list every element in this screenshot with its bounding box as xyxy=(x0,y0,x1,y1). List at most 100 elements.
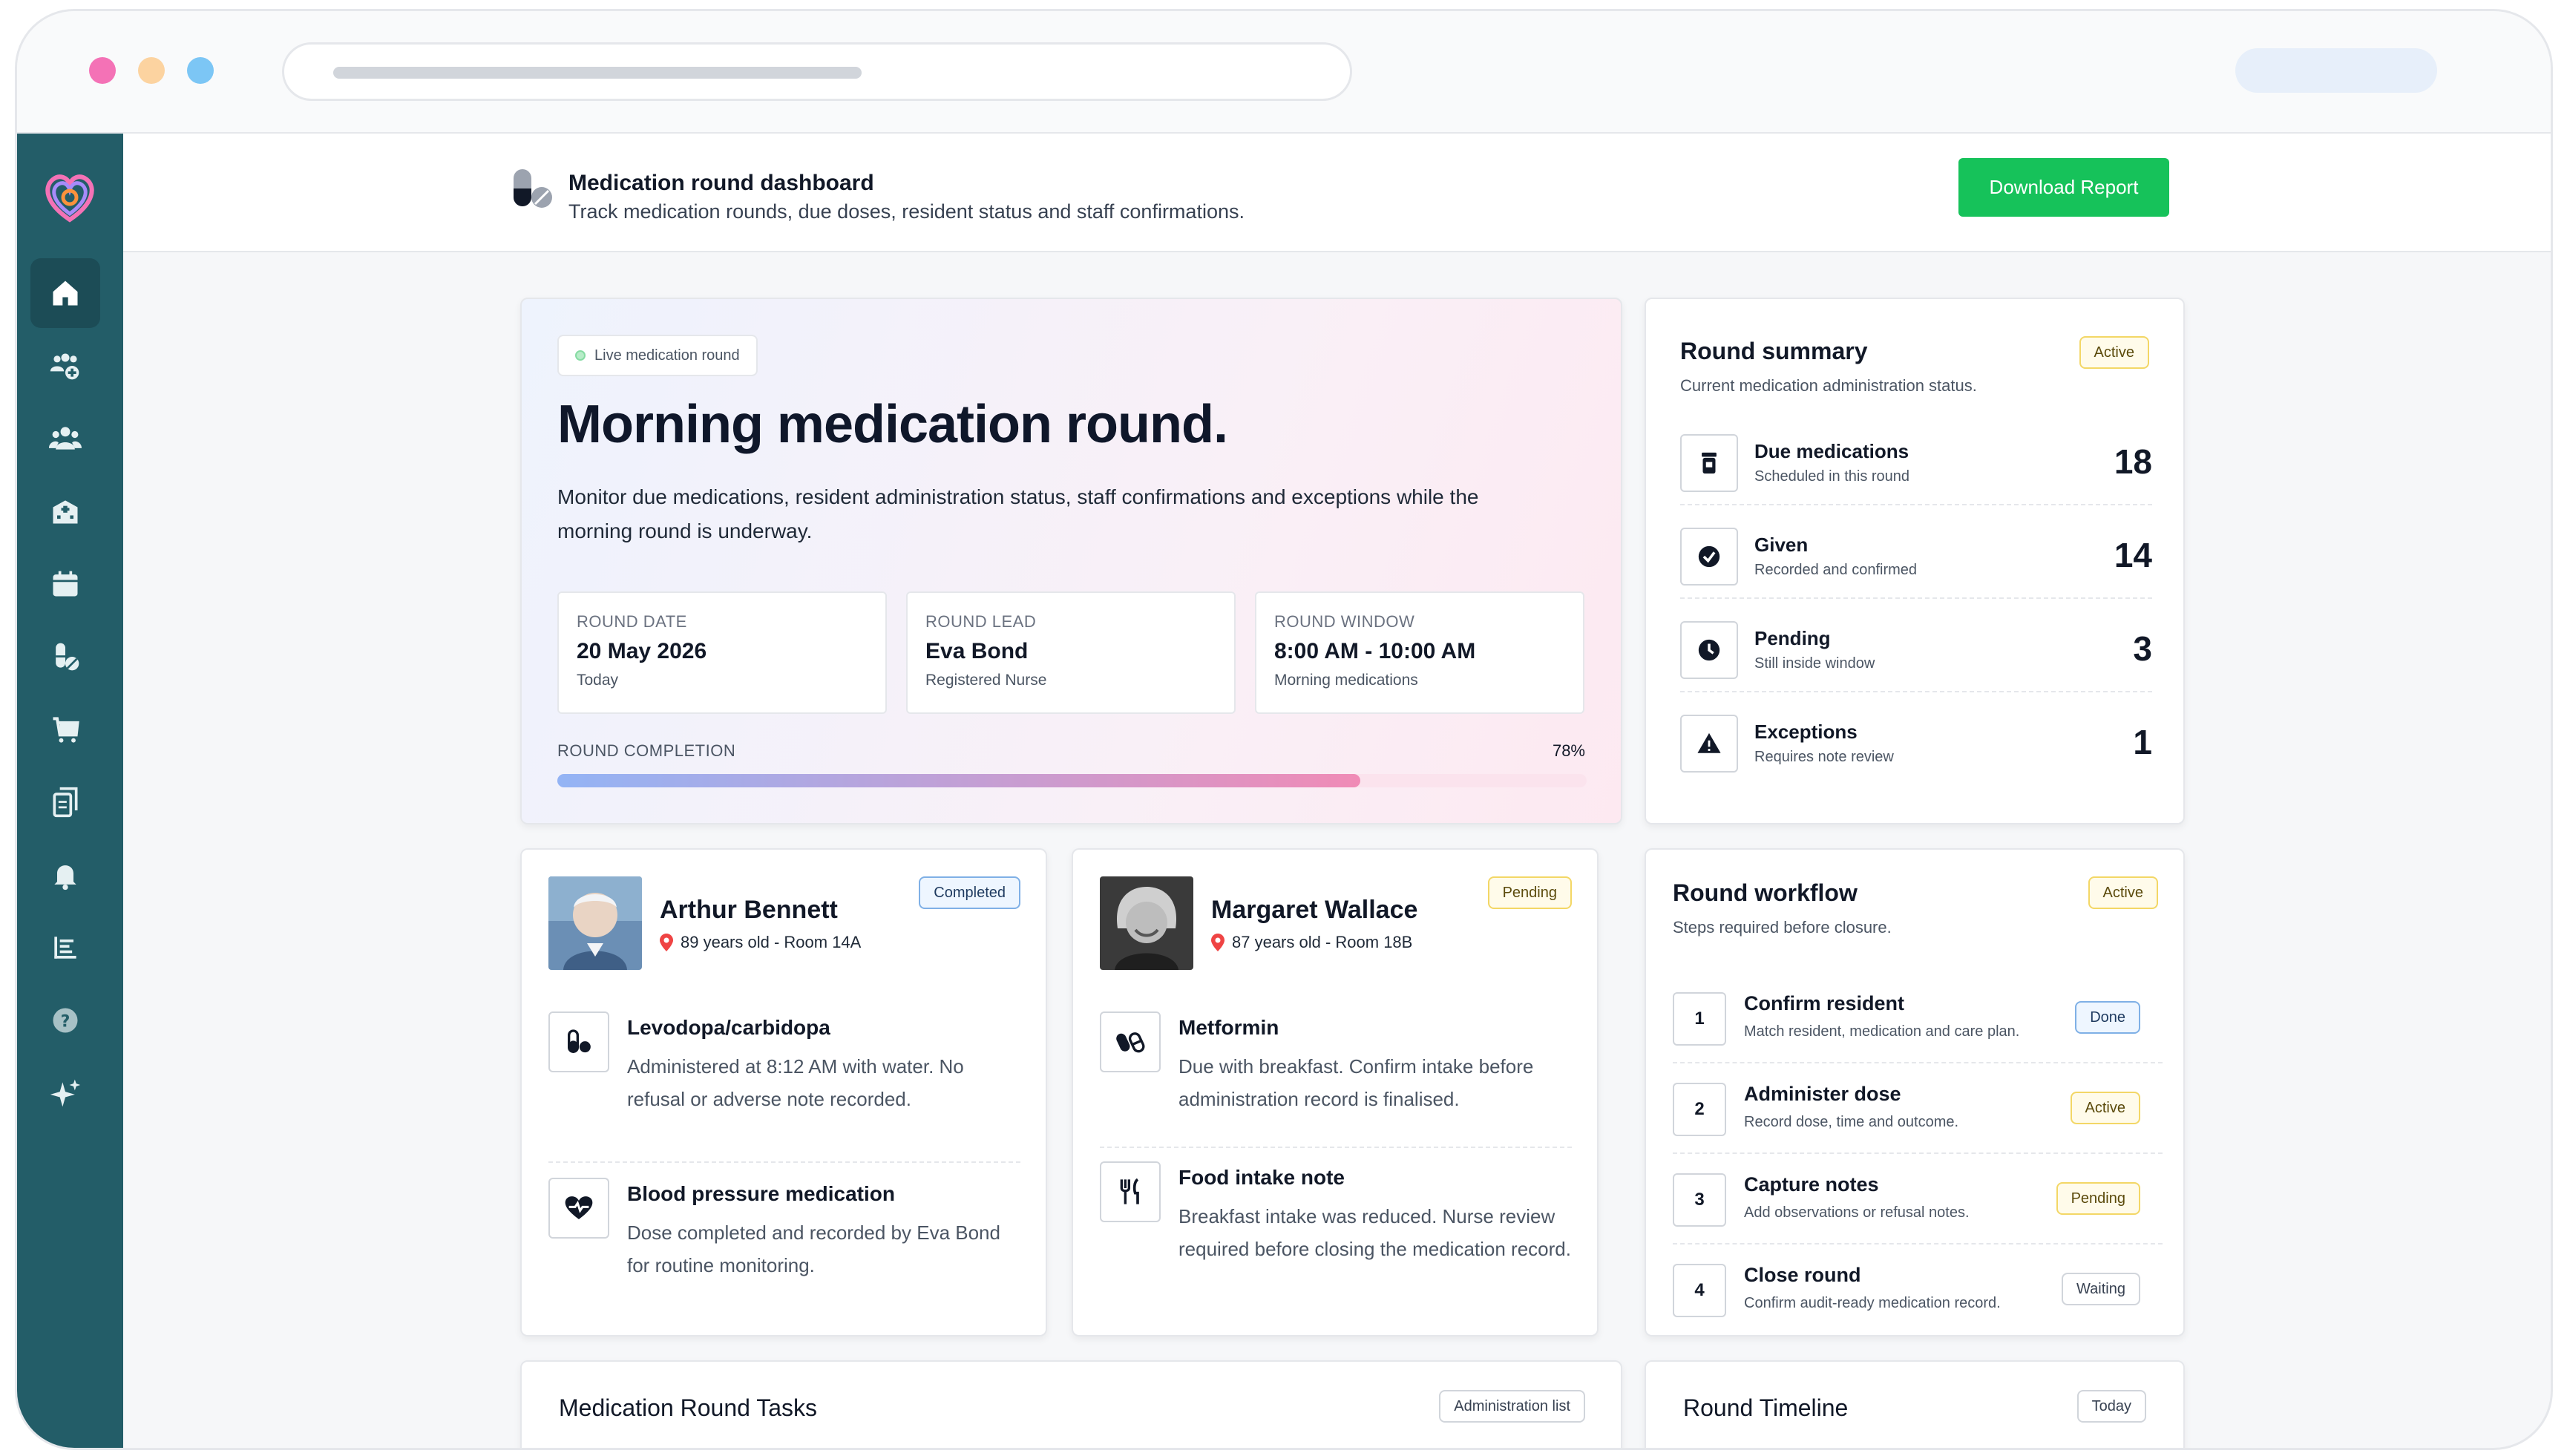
cart-icon xyxy=(53,717,79,743)
round-summary-card: Round summary Active Current medication … xyxy=(1645,298,2185,824)
workflow-step-sub: Match resident, medication and care plan… xyxy=(1744,1023,2020,1040)
medication-title: Food intake note xyxy=(1178,1166,1345,1189)
resident-card-margaret[interactable]: Margaret Wallace 87 years old - Room 18B… xyxy=(1072,848,1599,1337)
round-lead-value: Eva Bond xyxy=(925,639,1029,663)
sparkle-icon xyxy=(50,1079,81,1107)
list-icon xyxy=(54,937,76,959)
calendar-icon xyxy=(53,571,78,597)
round-workflow-card: Round workflow Active Steps required bef… xyxy=(1645,848,2185,1337)
summary-sub: Scheduled in this round xyxy=(1754,468,1910,485)
sidebar-item-documents[interactable] xyxy=(30,767,100,837)
live-round-chip: Live medication round xyxy=(557,335,758,376)
workflow-step[interactable]: 4 Close round Confirm audit-ready medica… xyxy=(1673,1245,2163,1335)
page-header: Medication round dashboard Track medicat… xyxy=(123,134,2551,252)
resident-status-badge: Completed xyxy=(919,876,1020,909)
tasks-title: Medication Round Tasks xyxy=(559,1394,818,1421)
sidebar-item-add-resident[interactable] xyxy=(30,331,100,401)
round-window-card: Round window 8:00 AM - 10:00 AM Morning … xyxy=(1255,591,1584,714)
brand-logo-icon[interactable] xyxy=(38,165,102,229)
round-workflow-status-badge: Active xyxy=(2088,876,2158,909)
maximize-window-dot[interactable] xyxy=(187,57,214,84)
download-report-button[interactable]: Download Report xyxy=(1958,158,2169,217)
round-window-value: 8:00 AM - 10:00 AM xyxy=(1274,639,1476,663)
clock-icon xyxy=(1698,639,1720,661)
medication-title: Levodopa/carbidopa xyxy=(627,1016,830,1039)
workflow-step-title: Administer dose xyxy=(1744,1083,1901,1105)
summary-row-pending: Pending Still inside window 3 xyxy=(1680,599,2152,692)
svg-text:?: ? xyxy=(61,1012,71,1031)
medication-item[interactable]: Food intake note Breakfast intake was re… xyxy=(1100,1161,1572,1310)
round-completion-percent: 78% xyxy=(1552,741,1585,760)
round-title: Morning medication round. xyxy=(557,395,1228,454)
medication-item[interactable]: Blood pressure medication Dose completed… xyxy=(548,1178,1020,1311)
sidebar-item-notifications[interactable] xyxy=(30,840,100,910)
summary-label: Given xyxy=(1754,534,1809,556)
round-completion-fill xyxy=(557,774,1360,787)
summary-sub: Still inside window xyxy=(1754,655,1875,672)
resident-status-badge: Pending xyxy=(1487,876,1572,909)
utensils-icon xyxy=(1120,1178,1139,1204)
round-summary-subtitle: Current medication administration status… xyxy=(1680,376,1977,395)
summary-value: 1 xyxy=(2133,723,2152,761)
heart-pulse-icon xyxy=(565,1196,593,1219)
resident-meta: 89 years old - Room 14A xyxy=(660,933,861,952)
timeline-badge[interactable]: Today xyxy=(2076,1390,2146,1423)
pending-icon-box xyxy=(1680,621,1738,679)
sidebar-item-supplies[interactable] xyxy=(30,695,100,764)
sidebar-item-ai[interactable] xyxy=(30,1058,100,1128)
resident-meta: 87 years old - Room 18B xyxy=(1211,933,1412,952)
tasks-badge[interactable]: Administration list xyxy=(1439,1390,1585,1423)
round-window-sub: Morning medications xyxy=(1274,672,1418,689)
resident-name: Arthur Bennett xyxy=(660,896,838,924)
browser-action-pill[interactable] xyxy=(2235,48,2437,93)
sidebar-item-calendar[interactable] xyxy=(30,549,100,619)
workflow-step-title: Capture notes xyxy=(1744,1173,1879,1196)
summary-row-exceptions: Exceptions Requires note review 1 xyxy=(1680,692,2152,786)
page-title: Medication round dashboard xyxy=(568,171,874,195)
medication-pill-icon xyxy=(514,169,552,208)
minimize-window-dot[interactable] xyxy=(138,57,165,84)
location-pin-icon xyxy=(1211,934,1225,951)
sidebar-item-help[interactable]: ? xyxy=(30,986,100,1055)
medication-icon-box xyxy=(548,1011,609,1072)
round-summary-status-badge: Active xyxy=(2079,336,2149,369)
close-window-dot[interactable] xyxy=(89,57,116,84)
workflow-step[interactable]: 2 Administer dose Record dose, time and … xyxy=(1673,1063,2163,1154)
workflow-step[interactable]: 1 Confirm resident Match resident, medic… xyxy=(1673,973,2163,1063)
workflow-step-number: 4 xyxy=(1673,1264,1726,1317)
round-timeline-card: Round Timeline Today xyxy=(1645,1360,2185,1448)
sidebar-item-home[interactable] xyxy=(30,258,100,328)
medication-round-tasks-card: Medication Round Tasks Administration li… xyxy=(520,1360,1622,1448)
workflow-step-status: Pending xyxy=(2056,1182,2140,1215)
sidebar-item-residents[interactable] xyxy=(30,404,100,473)
workflow-step-sub: Record dose, time and outcome. xyxy=(1744,1114,1959,1130)
medication-icon-box xyxy=(1100,1161,1161,1222)
medication-item[interactable]: Metformin Due with breakfast. Confirm in… xyxy=(1100,1011,1572,1145)
workflow-step-number: 1 xyxy=(1673,992,1726,1046)
browser-window: ? Medication round dashboard Track medic… xyxy=(15,9,2553,1450)
medication-description: Due with breakfast. Confirm intake befor… xyxy=(1178,1055,1534,1110)
check-circle-icon xyxy=(1698,545,1720,568)
pill-icon xyxy=(568,1029,591,1053)
summary-sub: Recorded and confirmed xyxy=(1754,562,1918,578)
browser-chrome xyxy=(17,11,2551,134)
sidebar-item-facility[interactable] xyxy=(30,476,100,546)
summary-value: 14 xyxy=(2114,536,2152,574)
sidebar-item-medications[interactable] xyxy=(30,622,100,692)
medication-description: Administered at 8:12 AM with water. No r… xyxy=(627,1055,964,1110)
round-hero-card: Live medication round Morning medication… xyxy=(520,298,1622,824)
workflow-step-title: Close round xyxy=(1744,1264,1861,1286)
sidebar-item-reports[interactable] xyxy=(30,913,100,983)
address-bar[interactable] xyxy=(282,42,1352,101)
live-status-dot xyxy=(575,350,586,361)
round-lead-sub: Registered Nurse xyxy=(925,672,1047,689)
resident-card-arthur[interactable]: Arthur Bennett 89 years old - Room 14A C… xyxy=(520,848,1047,1337)
workflow-step[interactable]: 3 Capture notes Add observations or refu… xyxy=(1673,1154,2163,1245)
summary-value: 18 xyxy=(2114,442,2152,481)
medication-description: Breakfast intake was reduced. Nurse revi… xyxy=(1178,1205,1571,1260)
round-completion-label: Round completion xyxy=(557,741,736,760)
workflow-step-number: 3 xyxy=(1673,1173,1726,1227)
medication-item[interactable]: Levodopa/carbidopa Administered at 8:12 … xyxy=(548,1011,1020,1160)
given-icon-box xyxy=(1680,528,1738,586)
round-date-sub: Today xyxy=(577,672,619,689)
